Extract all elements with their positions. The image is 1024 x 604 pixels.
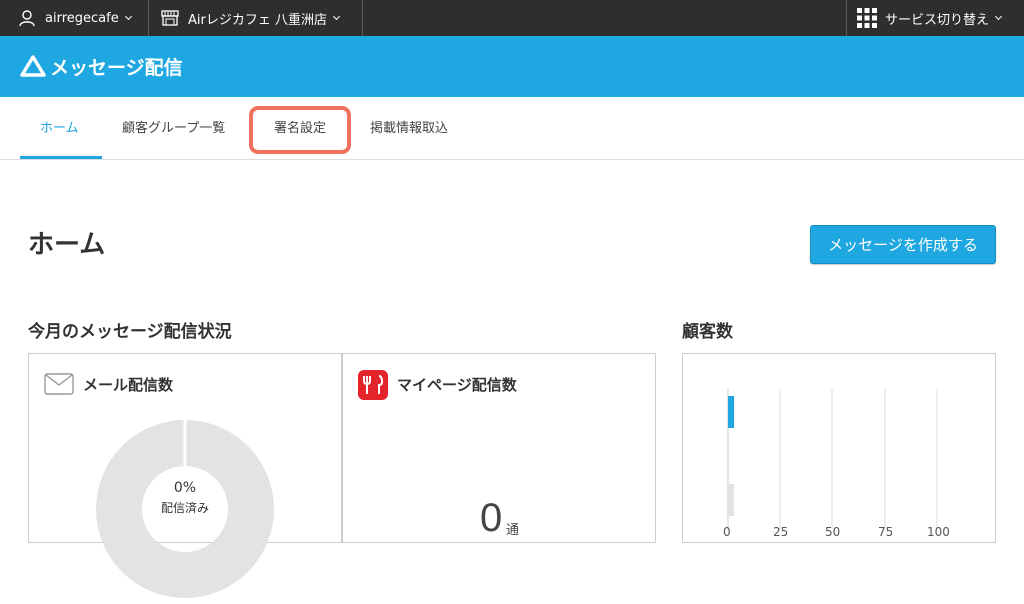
- air-logo-icon: [20, 55, 46, 77]
- axis-tick: 0: [723, 525, 731, 539]
- mail-percent: 0%: [173, 480, 197, 496]
- axis-tick: 25: [773, 525, 789, 539]
- customers-title: 顧客数: [682, 322, 733, 342]
- tab-highlight-box: [249, 106, 351, 154]
- customers-bar-2: [728, 484, 734, 516]
- app-header: メッセージ配信: [0, 36, 1024, 97]
- mypage-count: 0: [480, 496, 503, 540]
- mail-icon: [44, 373, 74, 395]
- user-icon: [19, 10, 35, 27]
- divider: [362, 0, 363, 36]
- account-name: airregecafe: [45, 10, 119, 26]
- mypage-icon: [358, 370, 388, 400]
- service-switch-label: サービス切り替え: [885, 12, 990, 28]
- mypage-delivery-panel: マイページ配信数 0 通: [342, 353, 656, 543]
- monthly-status-title: 今月のメッセージ配信状況: [28, 322, 232, 342]
- account-menu[interactable]: airregecafe: [18, 0, 132, 36]
- mail-percent-caption: 配信済み: [160, 501, 209, 515]
- customers-bar-1: [728, 396, 734, 428]
- mail-donut-center: 0% 配信済み: [135, 480, 235, 516]
- axis-tick: 100: [927, 525, 950, 539]
- create-message-button[interactable]: メッセージを作成する: [810, 225, 996, 264]
- axis-tick: 50: [825, 525, 841, 539]
- mail-delivery-panel: メール配信数 0% 配信済み: [28, 353, 342, 598]
- mypage-unit: 通: [506, 523, 520, 538]
- customers-bar-chart: [727, 389, 938, 529]
- mail-panel-title: メール配信数: [83, 376, 174, 394]
- customers-panel: 0 25 50 75 100: [682, 353, 996, 543]
- active-tab-indicator: [20, 156, 102, 159]
- store-icon: [161, 10, 179, 26]
- chevron-down-icon: [332, 12, 341, 20]
- service-switch-menu[interactable]: サービス切り替え: [857, 0, 1003, 36]
- grid-icon: [857, 8, 877, 28]
- top-bar: airregecafe Airレジカフェ 八重洲店 サービス切り替え: [0, 0, 1024, 36]
- tab-home[interactable]: ホーム: [40, 117, 79, 136]
- store-menu[interactable]: Airレジカフェ 八重洲店: [160, 0, 341, 36]
- chevron-down-icon: [994, 12, 1003, 20]
- tab-listing-import[interactable]: 掲載情報取込: [370, 117, 448, 136]
- store-name: Airレジカフェ 八重洲店: [188, 12, 327, 28]
- page-title: ホーム: [28, 230, 106, 260]
- divider: [846, 0, 847, 36]
- tab-customer-groups[interactable]: 顧客グループ一覧: [122, 117, 225, 136]
- mypage-panel-title: マイページ配信数: [397, 376, 517, 394]
- chevron-down-icon: [124, 12, 132, 20]
- axis-tick: 75: [878, 525, 894, 539]
- app-title: メッセージ配信: [50, 57, 183, 79]
- tab-bar: ホーム 顧客グループ一覧 署名設定 掲載情報取込: [0, 97, 1024, 160]
- divider: [148, 0, 149, 36]
